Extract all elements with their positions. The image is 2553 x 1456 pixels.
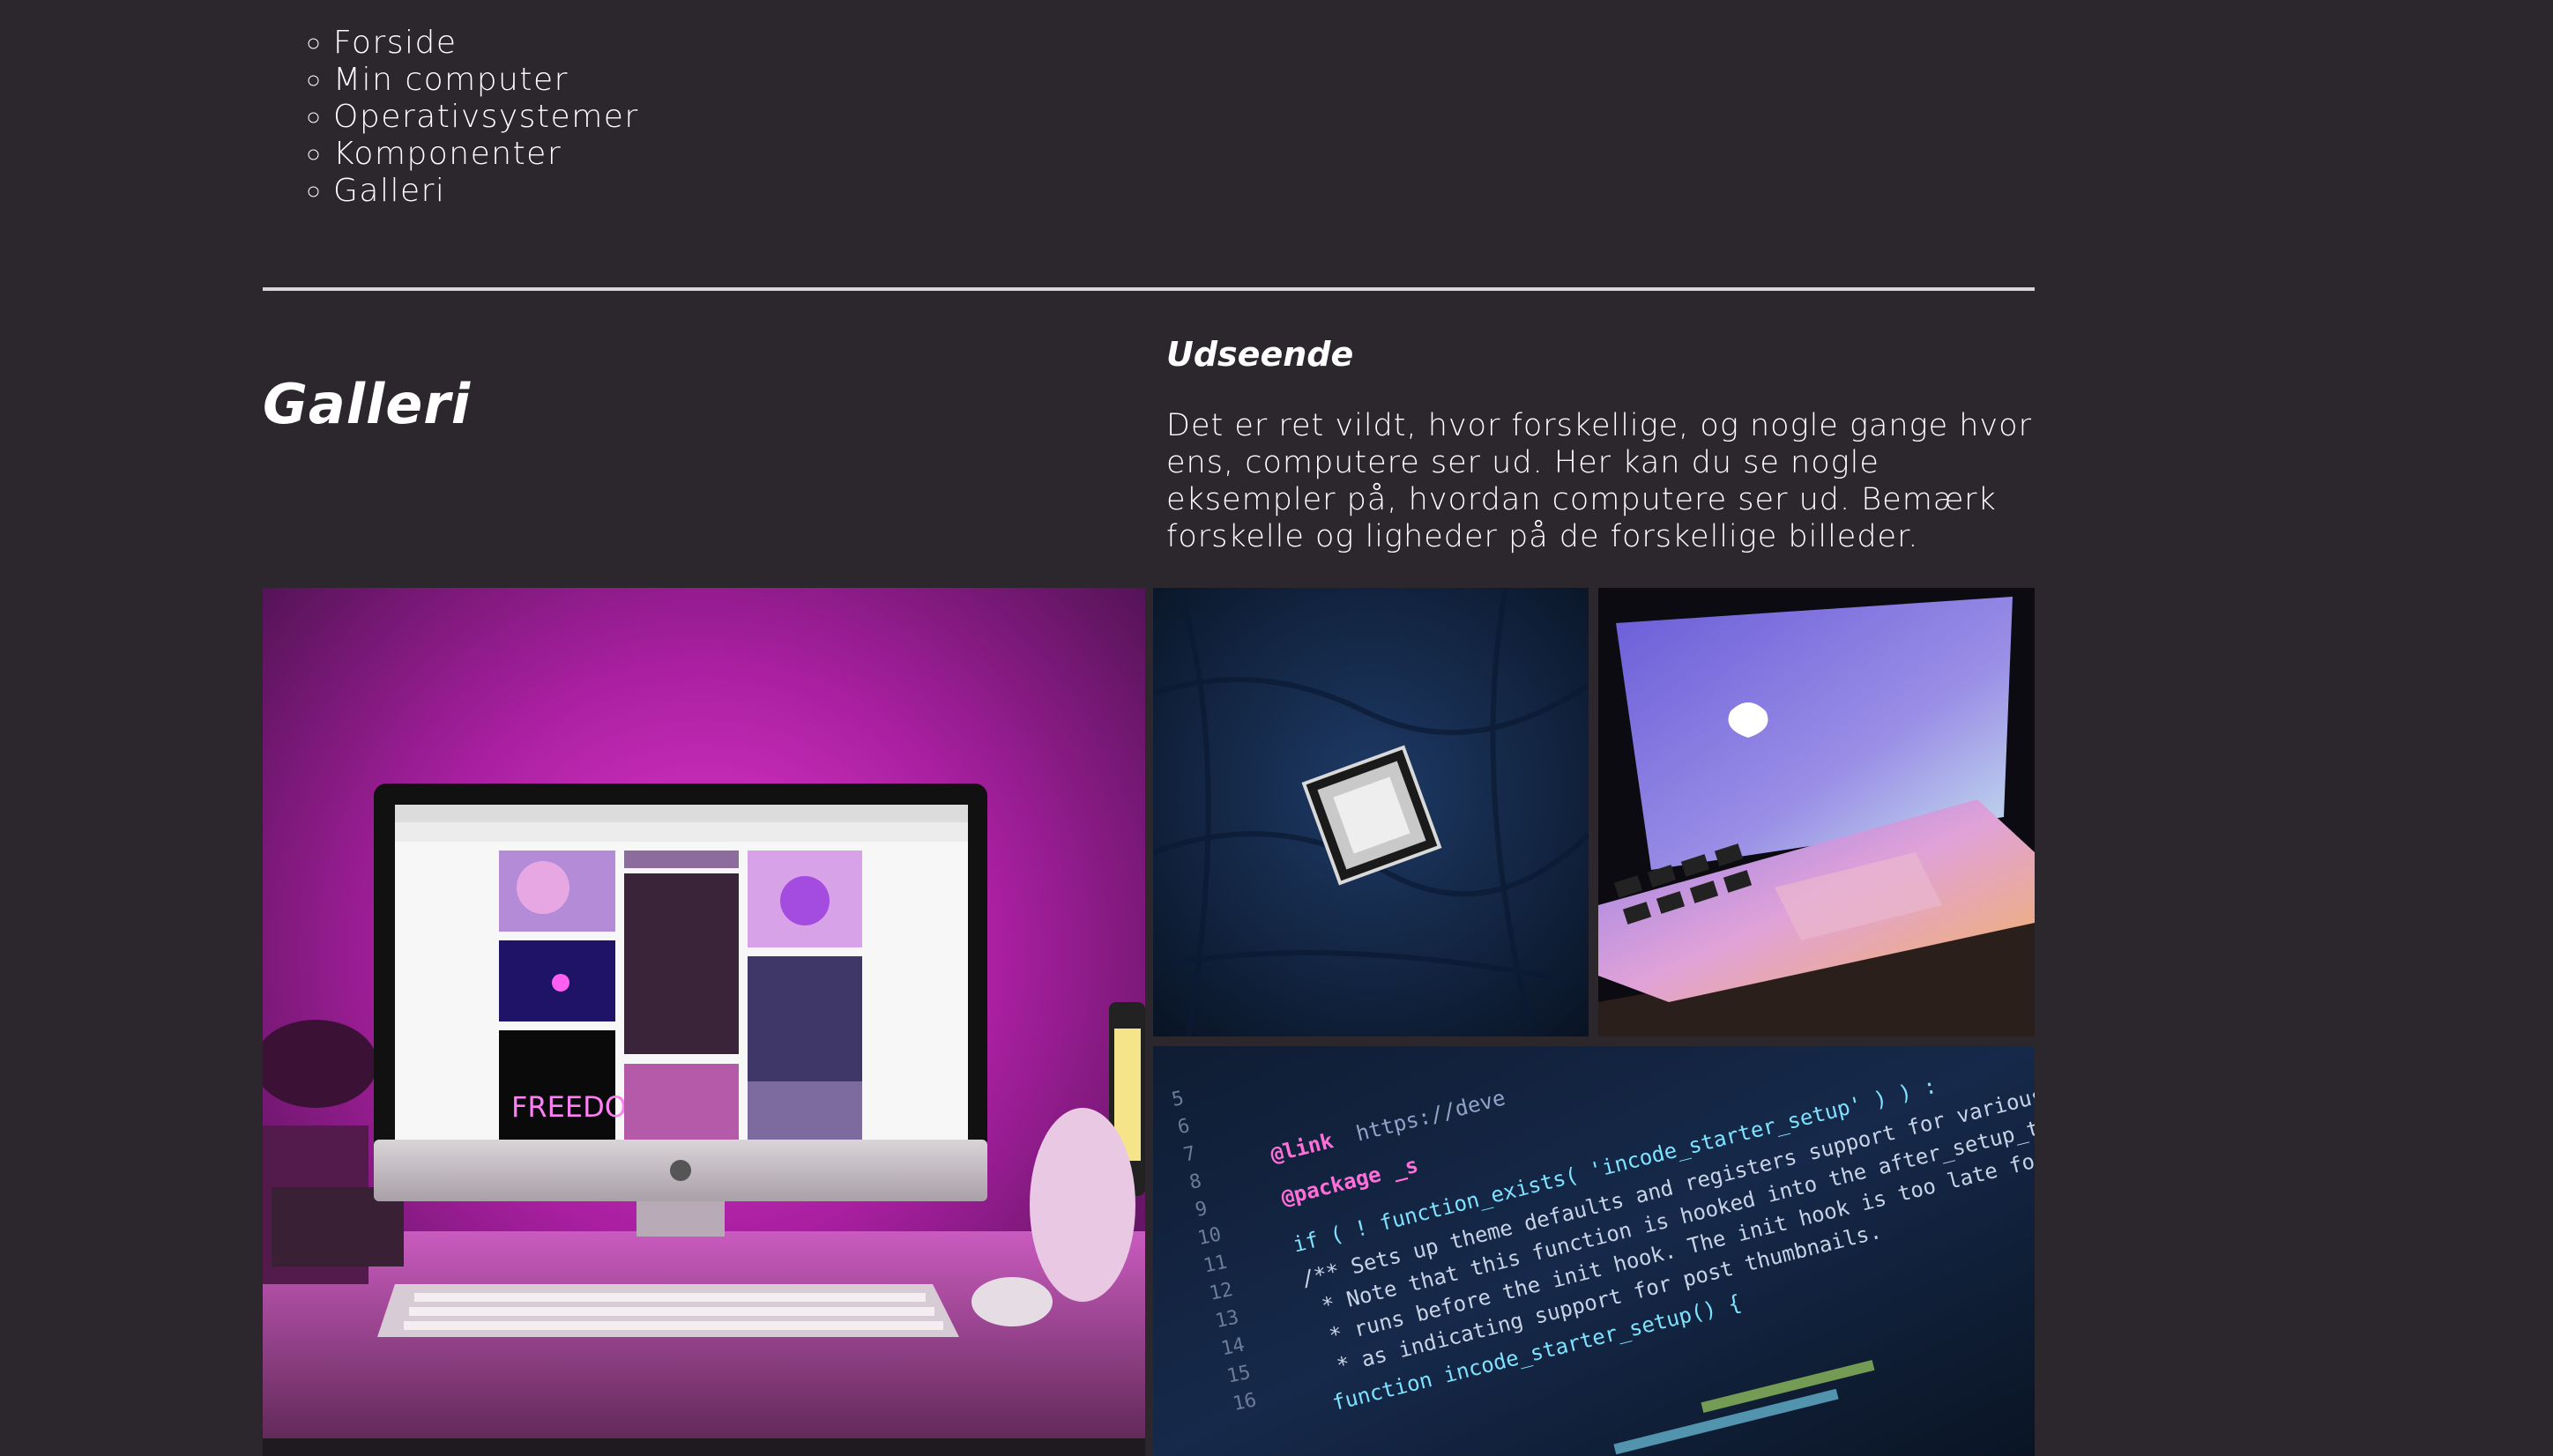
nav-link-forside[interactable]: Forside (333, 25, 458, 61)
gallery-image-imac: FREEDOM (263, 588, 1145, 1456)
nav-link-operativsystemer[interactable]: Operativsystemer (333, 99, 639, 135)
nav-item-operativsystemer: Operativsystemer (333, 99, 639, 136)
nav-link-komponenter[interactable]: Komponenter (333, 136, 562, 172)
intro-text: Det er ret vildt, hvor forskellige, og n… (1166, 408, 2032, 554)
nav-list: Forside Min computer Operativsystemer Ko… (263, 25, 639, 210)
section-heading: Udseende (1166, 335, 1354, 374)
gallery-image-cpu (1153, 588, 1589, 1036)
gallery-image-macbook (1598, 588, 2035, 1036)
nav-item-komponenter: Komponenter (333, 136, 639, 173)
divider (263, 287, 2035, 291)
nav-item-forside: Forside (333, 25, 639, 62)
macbook-illustration (1598, 588, 2035, 1036)
page-title: Galleri (263, 372, 472, 436)
gallery-image-code: 5 6 7 8 9 10 11 12 13 14 15 16 @link htt… (1153, 1046, 2035, 1456)
nav-item-galleri: Galleri (333, 173, 639, 210)
nav-link-galleri[interactable]: Galleri (333, 173, 445, 209)
nav-item-min-computer: Min computer (333, 62, 639, 99)
imac-illustration: FREEDOM (263, 588, 1145, 1456)
nav-link-min-computer[interactable]: Min computer (333, 62, 569, 98)
cpu-illustration (1153, 588, 1589, 1036)
code-illustration: 5 6 7 8 9 10 11 12 13 14 15 16 @link htt… (1153, 1046, 2035, 1456)
